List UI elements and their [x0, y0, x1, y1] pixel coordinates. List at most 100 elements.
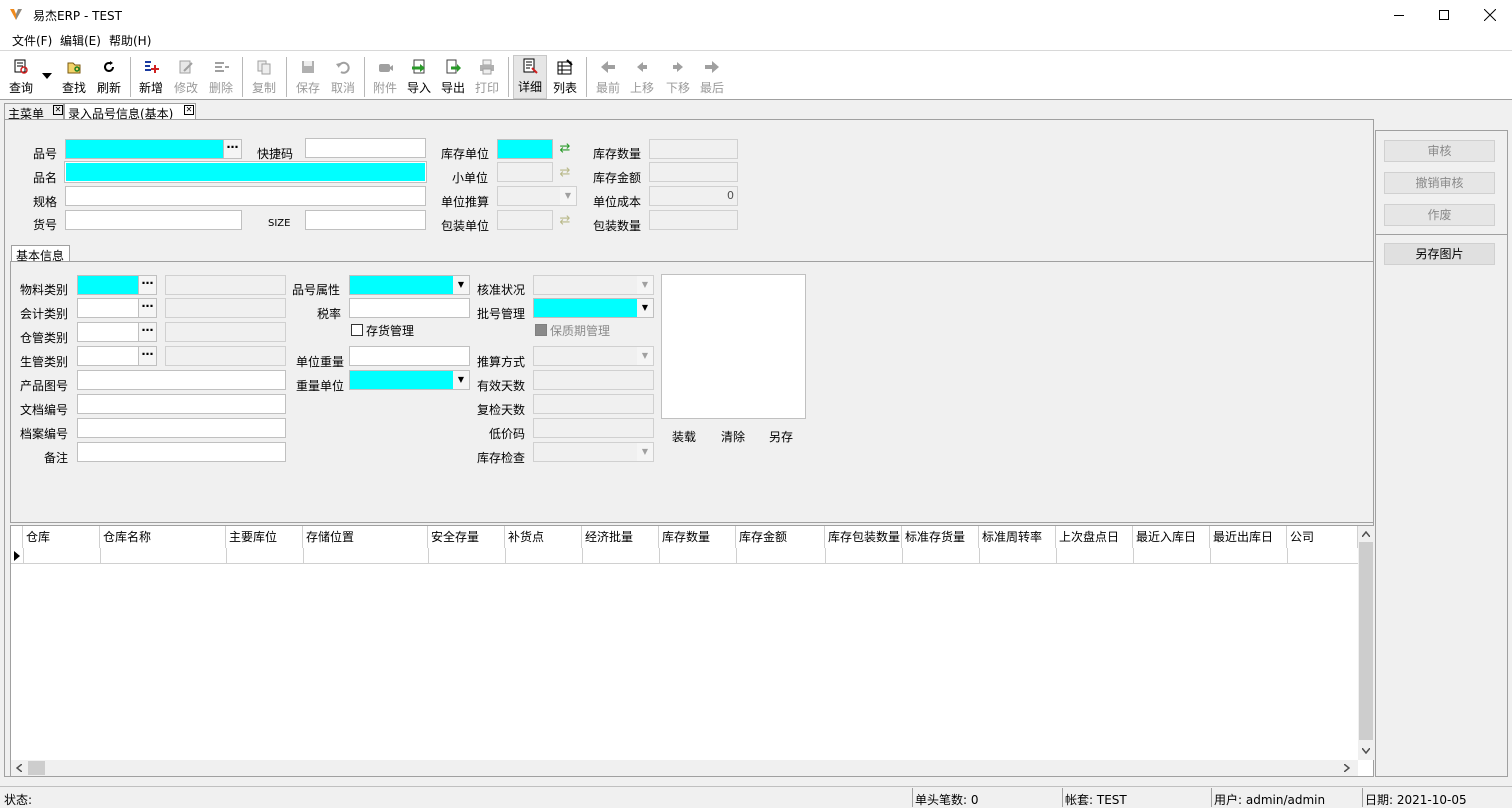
stock-check-select[interactable]: ▼ [533, 442, 654, 462]
scroll-up-icon[interactable] [1362, 531, 1370, 537]
import-button[interactable]: 导入 [405, 57, 433, 99]
last-record-button[interactable]: 最后 [698, 57, 726, 99]
swap-icon[interactable]: ⇄ [557, 166, 573, 180]
recheck-days-input[interactable] [533, 394, 654, 414]
column-header[interactable]: 标准周转率 [979, 526, 1056, 548]
scroll-down-icon[interactable] [1362, 748, 1370, 754]
lookup-icon[interactable]: ⋯ [138, 299, 156, 317]
shortcut-input[interactable] [305, 138, 426, 158]
column-header[interactable]: 补货点 [505, 526, 582, 548]
refresh-button[interactable]: 刷新 [95, 57, 123, 99]
inventory-mgmt-checkbox[interactable] [351, 324, 363, 336]
product-drawing-input[interactable] [77, 370, 286, 390]
goods-no-input[interactable] [65, 210, 242, 230]
size-input[interactable] [305, 210, 426, 230]
menu-edit[interactable]: 编辑(E) [60, 32, 101, 49]
column-header[interactable]: 安全存量 [428, 526, 505, 548]
valid-days-input[interactable] [533, 370, 654, 390]
copy-button[interactable]: 复制 [250, 57, 278, 99]
unit-calc-select[interactable]: ▼ [497, 186, 577, 206]
previous-record-button[interactable]: 上移 [628, 57, 656, 99]
archive-no-input[interactable] [77, 418, 286, 438]
detail-button[interactable]: 详细 [513, 55, 547, 99]
close-icon[interactable]: ✕ [184, 105, 194, 115]
weight-unit-select[interactable]: ▼ [349, 370, 470, 390]
edit-button[interactable]: 修改 [172, 57, 200, 99]
close-button[interactable] [1468, 0, 1512, 30]
column-header[interactable]: 上次盘点日 [1056, 526, 1133, 548]
item-no-input[interactable]: ⋯ [65, 139, 242, 159]
image-save-button[interactable]: 另存 [769, 428, 793, 445]
minimize-button[interactable] [1376, 0, 1422, 30]
image-clear-button[interactable]: 清除 [721, 428, 745, 445]
maximize-button[interactable] [1422, 0, 1468, 30]
low-price-input[interactable] [533, 418, 654, 438]
production-cat-input[interactable]: ⋯ [77, 346, 157, 366]
cancel-button[interactable]: 取消 [329, 57, 357, 99]
column-header[interactable]: 仓库 [23, 526, 100, 548]
tab-item-entry[interactable]: 录入品号信息(基本) ✕ [64, 103, 196, 121]
close-icon[interactable]: ✕ [53, 105, 63, 115]
scrollbar-thumb[interactable] [28, 761, 45, 775]
item-name-input[interactable] [65, 162, 426, 182]
tab-main-menu[interactable]: 主菜单 ✕ [4, 103, 64, 121]
image-load-button[interactable]: 装载 [672, 428, 696, 445]
column-header[interactable]: 库存数量 [659, 526, 736, 548]
column-header[interactable]: 存储位置 [303, 526, 428, 548]
column-header[interactable]: 经济批量 [582, 526, 659, 548]
delete-button[interactable]: 删除 [207, 57, 235, 99]
column-header[interactable]: 库存金额 [736, 526, 825, 548]
column-header[interactable]: 最近入库日 [1133, 526, 1210, 548]
column-header[interactable]: 公司 [1287, 526, 1358, 548]
shelf-life-checkbox[interactable] [535, 324, 547, 336]
account-cat-input[interactable]: ⋯ [77, 298, 157, 318]
scrollbar-thumb[interactable] [1359, 542, 1373, 740]
approve-button[interactable]: 审核 [1384, 140, 1495, 162]
spec-input[interactable] [65, 186, 426, 206]
scroll-left-icon[interactable] [16, 764, 22, 772]
calc-method-select[interactable]: ▼ [533, 346, 654, 366]
print-button[interactable]: 打印 [473, 57, 501, 99]
tax-rate-input[interactable] [349, 298, 470, 318]
doc-no-input[interactable] [77, 394, 286, 414]
column-header[interactable]: 仓库名称 [100, 526, 226, 548]
unapprove-button[interactable]: 撤销审核 [1384, 172, 1495, 194]
warehouse-cat-input[interactable]: ⋯ [77, 322, 157, 342]
save-image-button[interactable]: 另存图片 [1384, 243, 1495, 265]
vertical-scrollbar[interactable] [1358, 526, 1374, 760]
lookup-icon[interactable]: ⋯ [138, 276, 156, 294]
new-button[interactable]: 新增 [137, 57, 165, 99]
unit-weight-input[interactable] [349, 346, 470, 366]
lookup-icon[interactable]: ⋯ [138, 323, 156, 341]
find-button[interactable]: 查找 [60, 57, 88, 99]
next-record-button[interactable]: 下移 [664, 57, 692, 99]
column-header[interactable]: 标准存货量 [902, 526, 979, 548]
tab-basic-info[interactable]: 基本信息 [11, 245, 70, 263]
swap-icon[interactable]: ⇄ [557, 142, 573, 156]
small-unit-input[interactable] [497, 162, 553, 182]
column-header[interactable]: 最近出库日 [1210, 526, 1287, 548]
first-record-button[interactable]: 最前 [594, 57, 622, 99]
scroll-right-icon[interactable] [1344, 764, 1350, 772]
list-button[interactable]: 列表 [551, 57, 579, 99]
batch-mgmt-select[interactable]: ▼ [533, 298, 654, 318]
pack-unit-input[interactable] [497, 210, 553, 230]
remark-input[interactable] [77, 442, 286, 462]
item-attr-select[interactable]: ▼ [349, 275, 470, 295]
material-cat-input[interactable]: ⋯ [77, 275, 157, 295]
approval-status-select[interactable]: ▼ [533, 275, 654, 295]
void-button[interactable]: 作废 [1384, 204, 1495, 226]
attach-button[interactable]: 附件 [371, 57, 399, 99]
query-button[interactable]: 查询 [6, 57, 36, 99]
menu-file[interactable]: 文件(F) [12, 32, 52, 49]
menu-help[interactable]: 帮助(H) [109, 32, 151, 49]
export-button[interactable]: 导出 [439, 57, 467, 99]
swap-icon[interactable]: ⇄ [557, 214, 573, 228]
horizontal-scrollbar[interactable] [11, 760, 1358, 776]
query-dropdown-button[interactable] [40, 57, 54, 99]
table-row[interactable] [11, 548, 1358, 564]
column-header[interactable]: 主要库位 [226, 526, 303, 548]
lookup-icon[interactable]: ⋯ [138, 347, 156, 365]
column-header[interactable]: 库存包装数量 [825, 526, 902, 548]
stock-unit-input[interactable] [497, 139, 553, 159]
